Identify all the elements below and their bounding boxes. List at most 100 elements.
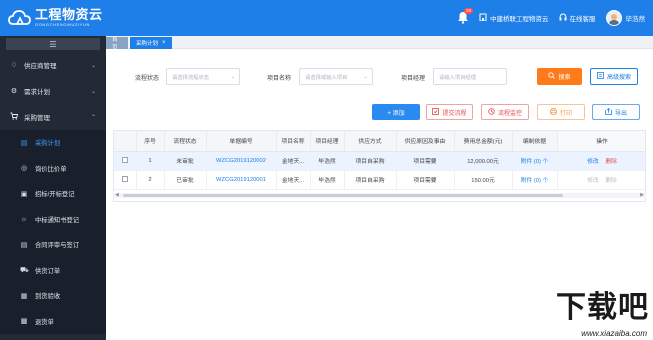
sidebar-item-label: 供货订单 xyxy=(35,267,61,275)
logo-subtitle: GONGCHENGWUZIYUN xyxy=(35,22,90,27)
cell-attachment-link[interactable]: 附件 (0) 个 xyxy=(512,170,558,190)
tab-home[interactable]: 首页 xyxy=(106,37,128,51)
inquiry-icon: ◎ xyxy=(20,165,28,173)
order-icon: ⛟ xyxy=(20,266,29,274)
menu-icon: ☰ xyxy=(49,39,57,49)
column-header: 费用总金额(元) xyxy=(454,131,513,152)
sidebar-item-return[interactable]: ▩ 退货单 xyxy=(0,309,106,335)
monitor-icon xyxy=(488,107,495,117)
column-header: 操作 xyxy=(557,131,645,152)
tab-purchase-plan[interactable]: 采购计划 × xyxy=(130,37,172,49)
sidebar-item-order[interactable]: ⛟ 供货订单 xyxy=(0,258,106,284)
cell-manager: 毕浩然 xyxy=(310,151,345,171)
edit-link[interactable]: 修改 xyxy=(587,159,599,165)
sidebar-item-contract[interactable]: ▤ 合同评审与签订 xyxy=(0,232,106,258)
cell-reason: 项目需要 xyxy=(396,170,455,190)
company-name: 中建桥联工程物资云 xyxy=(490,16,549,23)
row-checkbox[interactable] xyxy=(121,157,128,164)
advanced-search-button[interactable]: 高级搜索 xyxy=(590,68,638,85)
print-button[interactable]: 打印 xyxy=(537,104,585,120)
submit-flow-label: 提交流程 xyxy=(442,110,467,117)
user-menu[interactable]: 毕浩然 xyxy=(605,10,645,26)
monitor-flow-button[interactable]: 流程监控 xyxy=(481,104,529,120)
bid-icon: ▣ xyxy=(20,190,28,198)
company-switch[interactable]: 中建桥联工程物资云 xyxy=(479,13,549,23)
bell-icon: 28 xyxy=(457,8,474,25)
sidebar: ☰ ♢ 供应商管理 ⌄ ⚙ 需求计划 ⌄ 采购管理 ⌃ ▤ 采购计划 ◎ 询价比… xyxy=(0,36,106,340)
delete-link[interactable]: 删除 xyxy=(605,159,617,165)
receive-icon: ▦ xyxy=(20,292,28,300)
column-header: 供应原因及事由 xyxy=(396,131,455,152)
project-label: 项目名称 xyxy=(267,76,292,82)
watermark-url: www.xiazaiba.com xyxy=(581,329,647,338)
supplier-icon: ♢ xyxy=(10,62,18,69)
scrollbar-thumb[interactable] xyxy=(123,194,563,197)
submit-icon xyxy=(432,107,440,117)
status-placeholder: 请选择流程状态 xyxy=(172,74,210,81)
tab-label: 首页 xyxy=(112,37,118,51)
watermark-logo: 下载吧 xyxy=(556,290,649,325)
sidebar-group-demand[interactable]: ⚙ 需求计划 ⌄ xyxy=(0,78,106,104)
cell-amount: 150.00元 xyxy=(454,170,513,190)
support-link[interactable]: 在线客服 xyxy=(559,13,596,23)
column-header: 项目经理 xyxy=(310,131,345,152)
sidebar-item-bid[interactable]: ▣ 招标/开标登记 xyxy=(0,181,106,207)
cell-attachment-link[interactable]: 附件 (0) 个 xyxy=(512,151,558,171)
headset-icon xyxy=(559,13,567,23)
project-placeholder: 请选择或输入项目 xyxy=(305,74,348,81)
cell-status: 已审批 xyxy=(164,170,207,190)
contract-icon: ▤ xyxy=(20,241,28,249)
status-select[interactable]: 请选择流程状态 ⌄ xyxy=(166,68,240,85)
sidebar-item-receive[interactable]: ▦ 到货验收 xyxy=(0,283,106,309)
cell-project: 金地天... xyxy=(276,151,311,171)
logo-name: 工程物资云 xyxy=(35,7,103,22)
table-horizontal-scrollbar[interactable]: ◀ ▶ xyxy=(113,192,646,198)
export-button[interactable]: 导出 xyxy=(592,104,640,120)
sidebar-item-award[interactable]: ☼ 中标通知书登记 xyxy=(0,207,106,233)
table-row[interactable]: 1 未审批 WZCG2019120002 金地天... 毕浩然 项目自采购 项目… xyxy=(114,151,645,171)
search-button[interactable]: 搜索 xyxy=(537,68,582,85)
sidebar-group-label: 供应商管理 xyxy=(24,63,57,70)
notification-button[interactable]: 28 xyxy=(457,8,474,25)
sidebar-item-label: 退货单 xyxy=(35,318,54,326)
sidebar-item-label: 招标/开标登记 xyxy=(35,191,75,199)
manager-label: 项目经理 xyxy=(401,76,426,82)
cell-supply: 项目自采购 xyxy=(344,151,397,171)
tab-bar: 首页 采购计划 × xyxy=(106,36,653,51)
scroll-right-icon[interactable]: ▶ xyxy=(640,192,644,198)
sidebar-item-label: 询价比价单 xyxy=(35,165,67,173)
column-header: 供应方式 xyxy=(344,131,397,152)
sidebar-item-label: 中标通知书登记 xyxy=(35,216,80,224)
row-checkbox[interactable] xyxy=(121,176,128,183)
sidebar-item-label: 合同评审与签订 xyxy=(35,242,80,250)
logo[interactable]: 工程物资云 GONGCHENGWUZIYUN xyxy=(8,6,103,30)
column-header: 单据编号 xyxy=(206,131,277,152)
column-header: 序号 xyxy=(136,131,165,152)
close-icon[interactable]: × xyxy=(162,40,166,46)
support-label: 在线客服 xyxy=(569,16,596,23)
sidebar-toggle[interactable]: ☰ xyxy=(6,38,100,50)
table-row[interactable]: 2 已审批 WZCG2019120001 金地天... 毕浩然 项目自采购 项目… xyxy=(114,170,645,190)
search-label: 搜索 xyxy=(558,75,571,81)
scroll-left-icon[interactable]: ◀ xyxy=(115,192,119,198)
cell-index: 1 xyxy=(136,151,165,171)
sidebar-group-purchase[interactable]: 采购管理 ⌃ xyxy=(0,104,106,130)
purchase-plan-table: 序号 流程状态 单据编号 项目名称 项目经理 供应方式 供应原因及事由 费用总金… xyxy=(113,130,646,202)
manager-input[interactable]: 请输入项目经理 xyxy=(433,68,507,85)
cell-code-link[interactable]: WZCG2019120002 xyxy=(206,151,277,171)
sidebar-item-label: 采购计划 xyxy=(35,140,61,148)
column-header: 项目名称 xyxy=(276,131,311,152)
add-button[interactable]: + 添加 xyxy=(372,104,420,120)
sidebar-item-inquiry[interactable]: ◎ 询价比价单 xyxy=(0,156,106,182)
cell-code-link[interactable]: WZCG2019120001 xyxy=(206,170,277,190)
sidebar-group-supplier[interactable]: ♢ 供应商管理 ⌄ xyxy=(0,52,106,78)
sidebar-item-purchase-plan[interactable]: ▤ 采购计划 xyxy=(0,130,106,156)
cell-supply: 项目自采购 xyxy=(344,170,397,190)
cell-project: 金地天... xyxy=(276,170,311,190)
submit-flow-button[interactable]: 提交流程 xyxy=(426,104,473,120)
add-label: + 添加 xyxy=(387,110,405,117)
monitor-flow-label: 流程监控 xyxy=(497,110,522,117)
watermark: 下载吧 www.xiazaiba.com xyxy=(515,282,653,340)
project-select[interactable]: 请选择或输入项目 ⌄ xyxy=(299,68,373,85)
cell-manager: 毕浩然 xyxy=(310,170,345,190)
